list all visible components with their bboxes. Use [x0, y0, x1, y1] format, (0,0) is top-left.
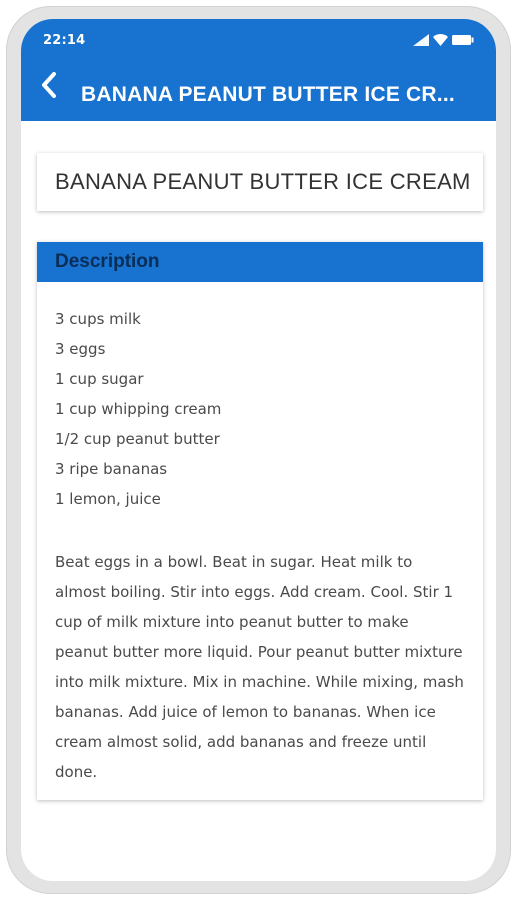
- back-button[interactable]: [31, 69, 67, 105]
- status-bar: 22:14: [21, 19, 496, 55]
- description-header: Description: [37, 242, 483, 282]
- ingredient-item: 1/2 cup peanut butter: [55, 430, 220, 448]
- screen: 22:14 BANANA PEANUT BUTTER ICE CR... BAN…: [21, 19, 496, 881]
- description-body: 3 cups milk 3 eggs 1 cup sugar 1 cup whi…: [37, 282, 483, 787]
- app-bar-title: BANANA PEANUT BUTTER ICE CR...: [81, 83, 455, 106]
- phone-frame: 22:14 BANANA PEANUT BUTTER ICE CR... BAN…: [6, 6, 511, 894]
- chevron-left-icon: [40, 72, 58, 102]
- ingredient-item: 1 cup whipping cream: [55, 400, 222, 418]
- app-bar: 22:14 BANANA PEANUT BUTTER ICE CR...: [21, 19, 496, 121]
- recipe-title-card: BANANA PEANUT BUTTER ICE CREAM: [37, 153, 483, 211]
- ingredient-item: 3 eggs: [55, 340, 106, 358]
- ingredient-item: 3 ripe bananas: [55, 460, 168, 478]
- ingredients-list: 3 cups milk 3 eggs 1 cup sugar 1 cup whi…: [55, 304, 465, 514]
- signal-icon: [413, 34, 429, 46]
- description-card: Description 3 cups milk 3 eggs 1 cup sug…: [37, 242, 483, 800]
- wifi-icon: [433, 34, 448, 46]
- ingredient-item: 1 lemon, juice: [55, 490, 161, 508]
- battery-icon: [452, 34, 474, 46]
- instructions-text: Beat eggs in a bowl. Beat in sugar. Heat…: [55, 553, 464, 781]
- ingredient-item: 1 cup sugar: [55, 370, 144, 388]
- status-icons: [413, 33, 474, 47]
- status-time: 22:14: [43, 33, 86, 48]
- recipe-title: BANANA PEANUT BUTTER ICE CREAM: [55, 169, 471, 194]
- ingredient-item: 3 cups milk: [55, 310, 141, 328]
